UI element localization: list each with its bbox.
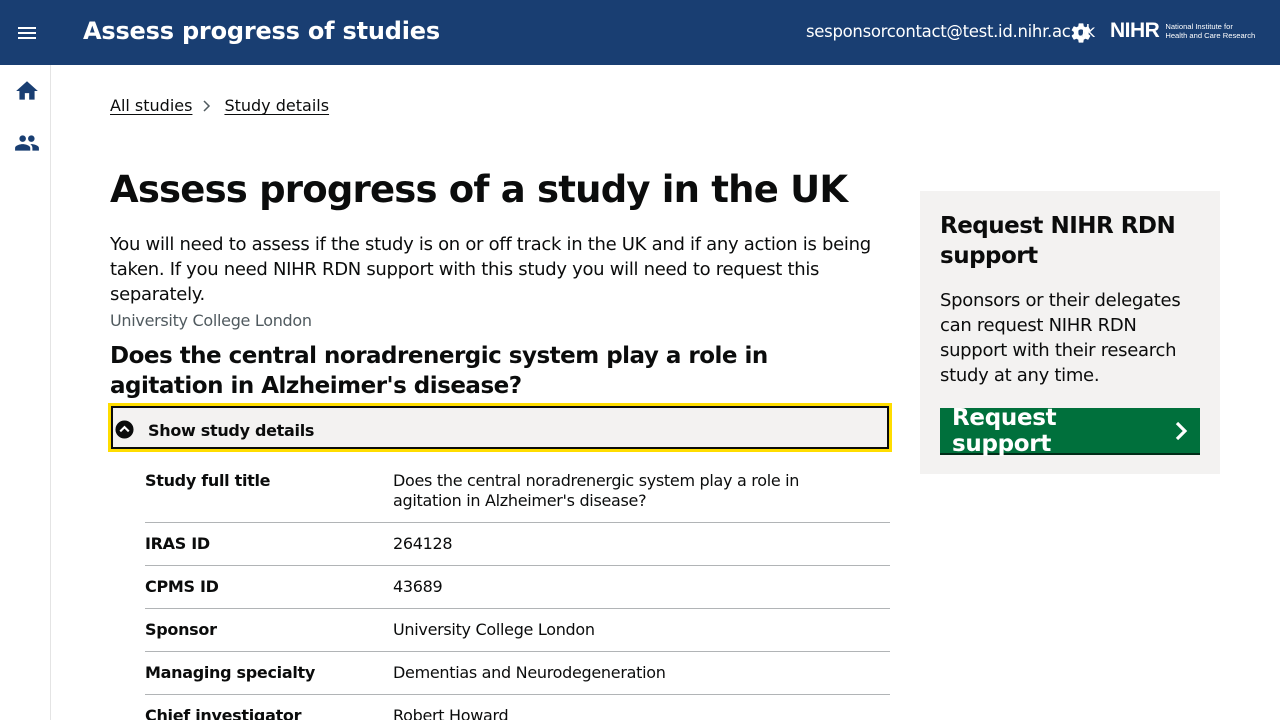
breadcrumb-all-studies[interactable]: All studies: [110, 96, 192, 115]
sidenav-item-home[interactable]: [14, 78, 40, 104]
gear-icon: [1071, 23, 1091, 43]
menu-button[interactable]: [14, 20, 40, 46]
logo-mark: NIHR: [1110, 19, 1160, 42]
chevron-right-icon: [203, 99, 211, 112]
breadcrumb-study-details[interactable]: Study details: [224, 96, 329, 115]
summary-value: Does the central noradrenergic system pl…: [393, 471, 800, 510]
intro-text: You will need to assess if the study is …: [110, 234, 871, 305]
summary-key: Sponsor: [145, 620, 217, 639]
summary-key: Chief investigator: [145, 706, 302, 720]
request-support-button[interactable]: Request support: [940, 405, 1200, 457]
summary-row: Managing specialty Dementias and Neurode…: [145, 652, 890, 695]
settings-button[interactable]: [1069, 21, 1093, 45]
summary-value: University College London: [393, 620, 595, 639]
home-icon: [16, 81, 38, 100]
summary-row: IRAS ID 264128: [145, 523, 890, 566]
breadcrumb: All studies Study details: [110, 96, 329, 115]
app-header: Assess progress of studies sesponsorcont…: [0, 0, 1280, 65]
summary-key: IRAS ID: [145, 534, 210, 553]
logo-subtitle: National Institute for Health and Care R…: [1165, 22, 1255, 40]
people-icon: [15, 135, 39, 151]
sidenav-item-users[interactable]: [14, 130, 40, 156]
summary-row: CPMS ID 43689: [145, 566, 890, 609]
request-support-text: Sponsors or their delegates can request …: [940, 290, 1181, 386]
nihr-logo: NIHR National Institute for Health and C…: [1110, 19, 1255, 43]
summary-row: Chief investigator Robert Howard: [145, 695, 890, 720]
summary-row: Study full title Does the central noradr…: [145, 460, 890, 523]
study-title: Does the central noradrenergic system pl…: [110, 343, 768, 399]
show-study-details-toggle[interactable]: Show study details: [108, 403, 892, 452]
side-navigation: [0, 65, 51, 720]
page-title: Assess progress of a study in the UK: [110, 168, 848, 211]
app-title: Assess progress of studies: [83, 17, 440, 45]
chevron-up-circle-icon: [115, 420, 134, 439]
summary-key: Study full title: [145, 471, 271, 490]
summary-key: CPMS ID: [145, 577, 219, 596]
request-support-panel: Request NIHR RDN support Sponsors or the…: [920, 191, 1220, 474]
logo-subtitle-line1: National Institute for: [1165, 22, 1233, 31]
details-summary-inner: Show study details: [111, 406, 889, 449]
summary-value: Robert Howard: [393, 706, 509, 720]
study-details-list: Study full title Does the central noradr…: [145, 460, 890, 720]
menu-icon: [18, 27, 36, 39]
chevron-right-icon: [1175, 421, 1188, 440]
request-support-title: Request NIHR RDN support: [940, 213, 1176, 269]
summary-row: Sponsor University College London: [145, 609, 890, 652]
logo-subtitle-line2: Health and Care Research: [1165, 31, 1256, 40]
organisation-caption: University College London: [110, 311, 312, 330]
user-email: sesponsorcontact@test.id.nihr.ac.uk: [806, 22, 1095, 41]
summary-key: Managing specialty: [145, 663, 316, 682]
summary-value: Dementias and Neurodegeneration: [393, 663, 666, 682]
details-toggle-label: Show study details: [148, 421, 315, 440]
summary-value: 264128: [393, 534, 453, 553]
summary-value: 43689: [393, 577, 443, 596]
request-support-button-label: Request support: [952, 404, 1057, 457]
